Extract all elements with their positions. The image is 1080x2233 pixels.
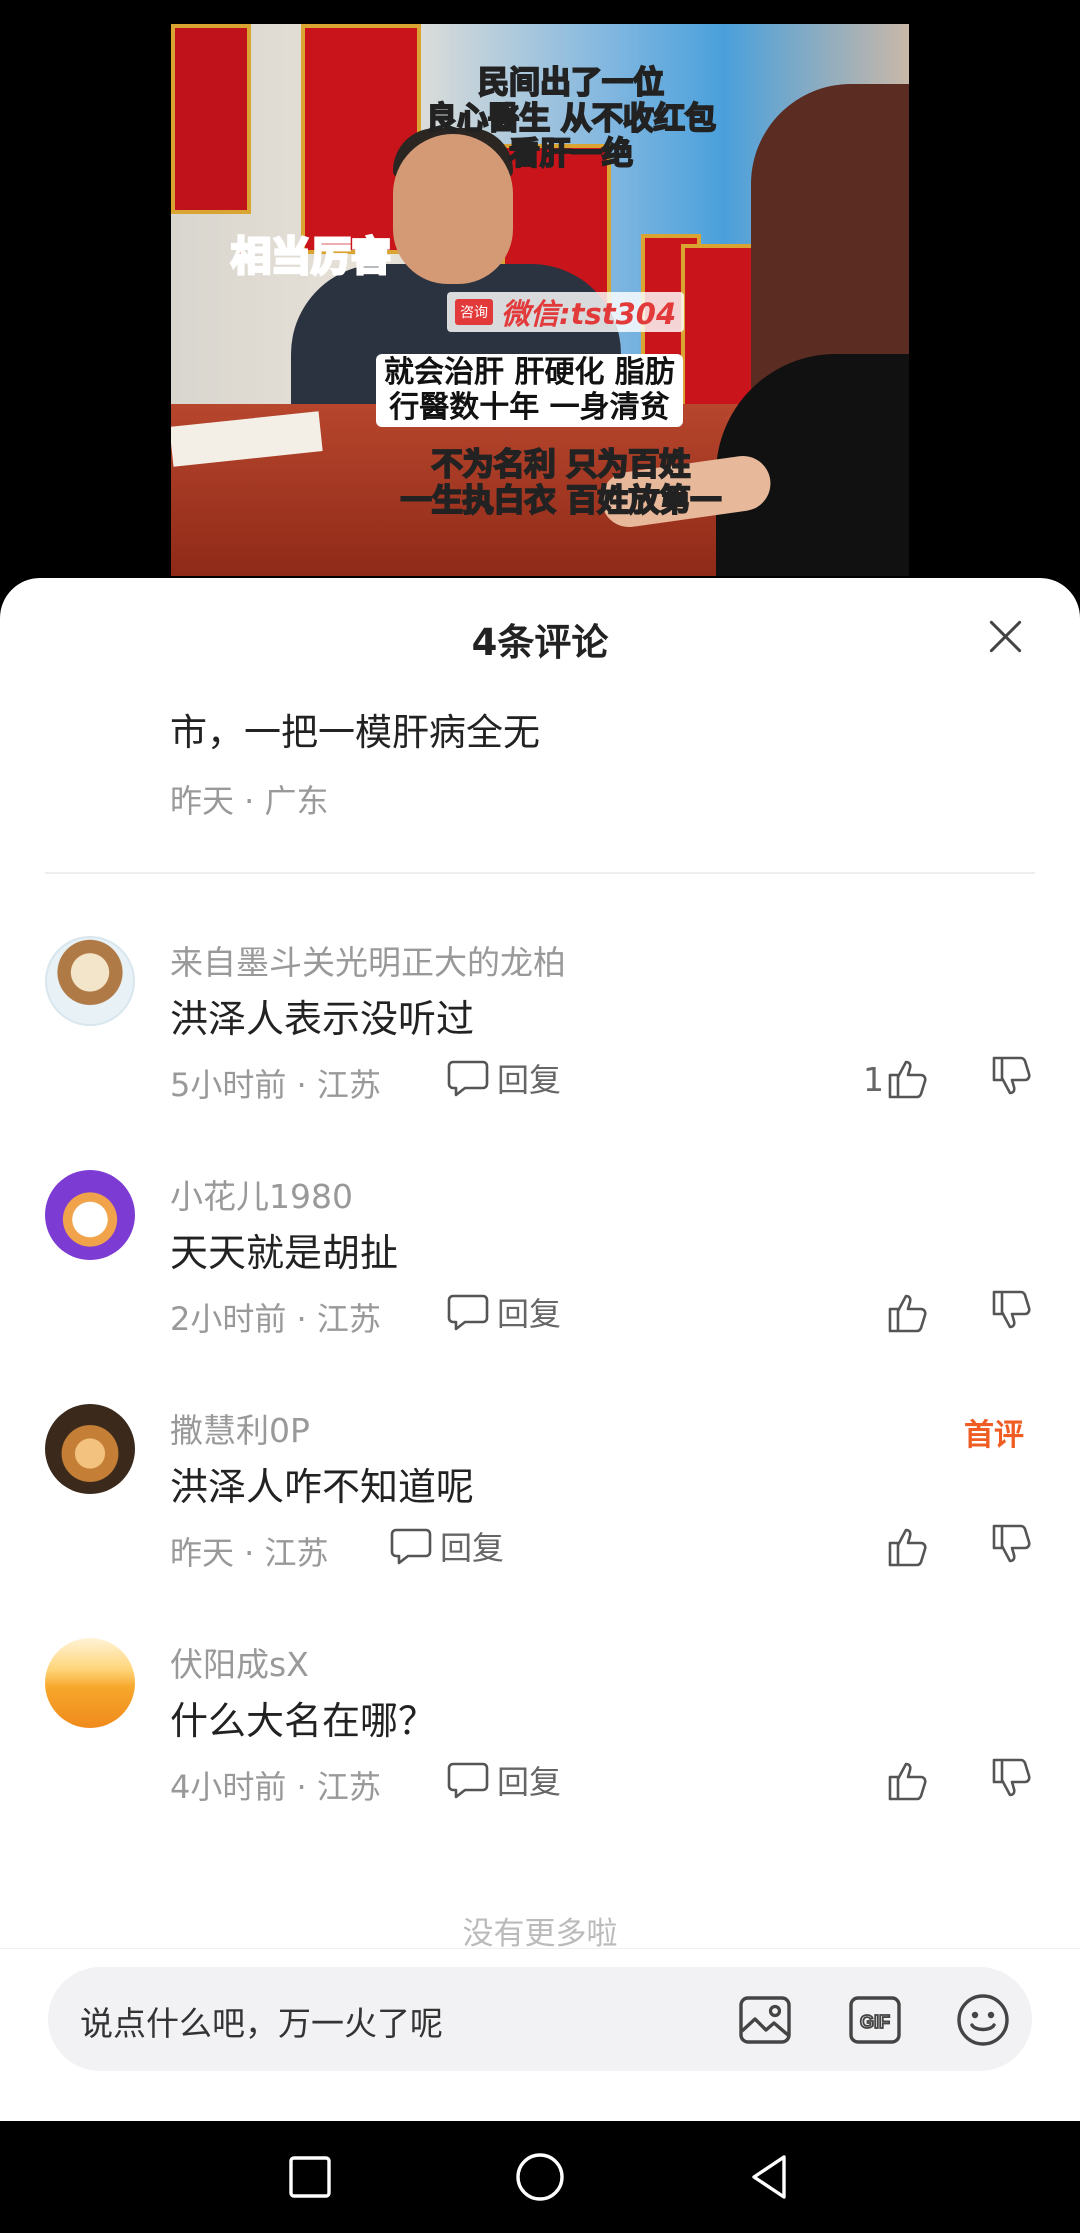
kitten-avatar[interactable] [45, 1404, 135, 1494]
thumbs-up-icon [888, 1528, 927, 1567]
reply-label: 回复 [440, 1529, 505, 1567]
comment-text: 洪泽人咋不知道呢 [170, 1465, 475, 1509]
reply-button[interactable]: 回复 [447, 1758, 561, 1802]
video-caption-middle: 就会治肝 肝硬化 脂肪 行醫数十年 一身清贫 [376, 354, 683, 427]
comment-count-title: 4条评论 [471, 621, 609, 664]
emoji-icon[interactable] [954, 1991, 1012, 2049]
reply-label: 回复 [497, 1295, 562, 1333]
comment-text: 什么大名在哪？ [170, 1699, 437, 1743]
comment-meta: 4小时前 · 江苏 [170, 1768, 381, 1806]
system-nav-bar [0, 2121, 1080, 2233]
video-caption-red: 相当厉害 [230, 233, 393, 282]
comment-meta: 5小时前 · 江苏 [170, 1066, 381, 1104]
svg-text:GIF: GIF [860, 2012, 890, 2032]
comment-bubble-icon [390, 1528, 432, 1565]
dislike-button[interactable] [990, 1054, 1036, 1104]
comment-username[interactable]: 来自墨斗关光明正大的龙柏 [170, 936, 566, 984]
comment-item: 撒慧利0P 首评 洪泽人咋不知道呢 昨天 · 江苏 回复 [0, 1404, 1080, 1624]
reply-button[interactable]: 回复 [390, 1524, 504, 1568]
video-caption-top: 民间出了一位 良心醫生 从不收红包 看肝一绝 [425, 64, 717, 173]
back-icon[interactable] [744, 2151, 796, 2203]
thumbs-up-icon [888, 1762, 927, 1801]
comment-username[interactable]: 伏阳成sX [170, 1638, 309, 1686]
comment-input[interactable]: 说点什么吧，万一火了呢 GIF [48, 1967, 1032, 2071]
video-area[interactable]: 民间出了一位 良心醫生 从不收红包 看肝一绝 相当厉害 咨询 微信:tst304… [0, 0, 1080, 600]
like-button[interactable] [860, 1288, 930, 1338]
comment-sheet: 4条评论 市，一把一模肝病全无 昨天 · 广东 来自墨斗关光明正大的龙柏 洪泽人… [0, 578, 1080, 2121]
comment-input-placeholder[interactable]: 说点什么吧，万一火了呢 [80, 1997, 443, 2045]
home-icon[interactable] [514, 2151, 566, 2203]
image-icon[interactable] [736, 1991, 794, 2049]
dislike-button[interactable] [990, 1756, 1036, 1806]
wechat-tag: 咨询 微信:tst304 [447, 292, 685, 332]
video-caption-bottom: 不为名利 只为百姓 一生执白衣 百姓放第一 [400, 446, 723, 519]
reply-button[interactable]: 回复 [447, 1056, 561, 1100]
comment-meta: 昨天 · 广东 [170, 782, 329, 820]
reply-label: 回复 [497, 1061, 562, 1099]
comment-input-bar: 说点什么吧，万一火了呢 GIF [0, 1948, 1080, 2121]
like-button[interactable]: 1 [860, 1054, 930, 1104]
recent-apps-icon[interactable] [284, 2151, 336, 2203]
comment-username[interactable]: 撒慧利0P [170, 1404, 310, 1452]
like-button[interactable] [860, 1756, 930, 1806]
like-button[interactable] [860, 1522, 930, 1572]
reply-label: 回复 [497, 1763, 562, 1801]
comment-text: 市，一把一模肝病全无 [170, 711, 540, 754]
thumbs-down-icon [992, 1758, 1031, 1797]
dislike-button[interactable] [990, 1288, 1036, 1338]
sunset-avatar[interactable] [45, 1638, 135, 1728]
dislike-button[interactable] [990, 1522, 1036, 1572]
comment-item: 来自墨斗关光明正大的龙柏 洪泽人表示没听过 5小时前 · 江苏 回复 1 [0, 936, 1080, 1156]
thumbs-down-icon [992, 1290, 1031, 1329]
thumbs-down-icon [992, 1524, 1031, 1563]
comment-text: 天天就是胡扯 [170, 1231, 399, 1275]
comment-text: 洪泽人表示没听过 [170, 997, 475, 1041]
divider [45, 872, 1035, 874]
no-more-text: 没有更多啦 [462, 1916, 618, 1952]
comment-meta: 昨天 · 江苏 [170, 1534, 329, 1572]
comment-item: 伏阳成sX 什么大名在哪？ 4小时前 · 江苏 回复 [0, 1638, 1080, 1858]
bear-avatar[interactable] [45, 936, 135, 1026]
thumbs-up-icon [888, 1060, 927, 1099]
thumbs-up-icon [888, 1294, 927, 1333]
first-comment-badge: 首评 [964, 1418, 1024, 1453]
like-count: 1 [863, 1059, 884, 1099]
consult-badge: 咨询 [455, 299, 493, 325]
comment-bubble-icon [447, 1060, 489, 1097]
comment-username[interactable]: 小花儿1980 [170, 1170, 353, 1218]
gif-icon[interactable]: GIF [846, 1991, 904, 2049]
comment-meta: 2小时前 · 江苏 [170, 1300, 381, 1338]
comment-bubble-icon [447, 1762, 489, 1799]
decor-banner [171, 24, 251, 214]
comment-bubble-icon [447, 1294, 489, 1331]
thumbs-down-icon [992, 1056, 1031, 1095]
video-frame[interactable]: 民间出了一位 良心醫生 从不收红包 看肝一绝 相当厉害 咨询 微信:tst304… [171, 24, 909, 576]
reply-button[interactable]: 回复 [447, 1290, 561, 1334]
wechat-text: 微信:tst304 [501, 297, 677, 331]
comment-item: 小花儿1980 天天就是胡扯 2小时前 · 江苏 回复 [0, 1170, 1080, 1390]
close-icon[interactable] [980, 612, 1030, 662]
cat-avatar[interactable] [45, 1170, 135, 1260]
